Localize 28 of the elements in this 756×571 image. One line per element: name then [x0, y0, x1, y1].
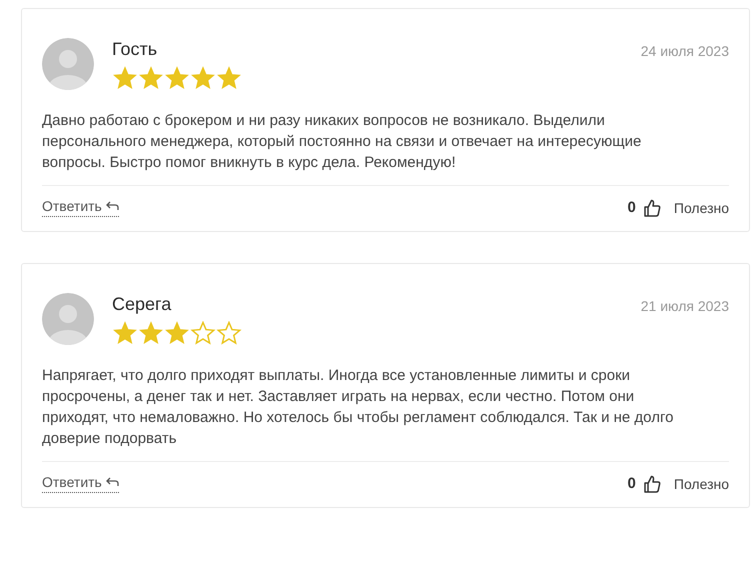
star-icon — [216, 321, 242, 345]
reply-link[interactable]: Ответить — [42, 474, 119, 493]
review-text: Давно работаю с брокером и ни разу никаких вопросов не возникало. Выделили персонального менеджера, который постоянно на связи и отвечает на интересующие вопросы. Быстро помог вникнуть в курс дела. Рекомендую! — [42, 111, 642, 173]
reply-arrow-icon — [104, 477, 119, 487]
star-icon — [164, 321, 190, 345]
star-icon — [190, 66, 216, 90]
star-icon — [190, 321, 216, 345]
review-date: 24 июля 2023 — [640, 43, 729, 59]
avatar-icon — [42, 38, 94, 90]
star-icon — [216, 66, 242, 90]
star-icon — [138, 321, 164, 345]
reply-arrow-icon — [104, 201, 119, 211]
like-count: 0 — [628, 199, 636, 216]
like-count: 0 — [628, 475, 636, 492]
helpful-label[interactable]: Полезно — [674, 476, 729, 492]
thumbs-up-icon[interactable] — [644, 474, 661, 492]
star-icon — [112, 66, 138, 90]
avatar-icon — [42, 293, 94, 345]
author-name: Серега — [112, 294, 172, 315]
reply-link[interactable]: Ответить — [42, 198, 119, 217]
author-name: Гость — [112, 39, 158, 60]
helpful-label[interactable]: Полезно — [674, 200, 729, 216]
review-date: 21 июля 2023 — [640, 298, 729, 314]
review-text: Напрягает, что долго приходят выплаты. Иногда все установленные лимиты и сроки просрочены, а денег так и нет. Заставляет играть на нервах, если честно. Потом они приходят, что немаловажно. Но хотелось бы чтобы регламент соблюдался. Так и не долго доверие подорвать — [42, 366, 674, 449]
thumbs-up-icon[interactable] — [644, 198, 661, 216]
star-icon — [112, 321, 138, 345]
star-icon — [138, 66, 164, 90]
star-icon — [164, 66, 190, 90]
